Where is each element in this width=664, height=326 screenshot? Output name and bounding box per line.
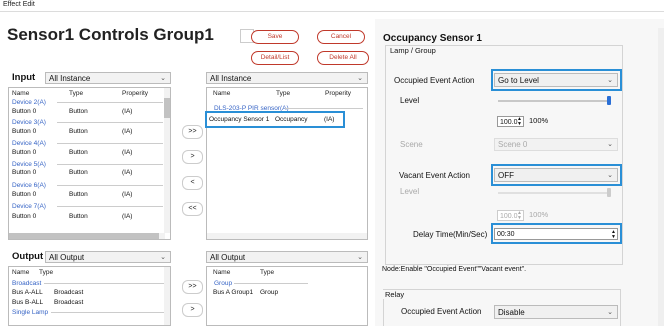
group-header: Single Lamp [12,309,49,316]
detail-list-button[interactable]: Detail/List [251,51,299,65]
group-header: Device 3(A) [12,119,46,126]
group-header: Broadcast [12,280,42,287]
level-label: Level [400,96,420,105]
column-header-name: Name [12,269,30,276]
column-header-type: Type [69,90,84,97]
group-header: Device 6(A) [12,182,46,189]
group-divider [234,283,308,284]
group-divider [44,283,164,284]
occupied-event-label: Occupied Event Action [394,76,475,85]
panel-title: Occupancy Sensor 1 [383,33,482,44]
chevron-down-icon: ⌄ [357,75,363,82]
vacant-level-value: 100.0 [500,213,518,220]
column-header-type: Type [260,269,275,276]
level-value: 100.0 [500,119,518,126]
scene-select[interactable]: Scene 0 ⌄ [494,138,618,151]
group-divider [57,143,163,144]
output-filter-select[interactable]: All Output ⌄ [45,251,171,263]
column-header-property: Properity [122,90,149,97]
spin-arrows-icon[interactable]: ▲ ▼ [517,211,522,221]
input-label: Input [12,72,36,83]
horizontal-scrollbar[interactable] [207,233,367,239]
output-filter-value: All Output [49,253,85,262]
column-header-name: Name [12,90,30,97]
delay-time-label: Delay Time(Min/Sec) [413,230,488,239]
relay-occupied-label: Occupied Event Action [401,307,482,316]
selected-output-filter-select[interactable]: All Output ⌄ [206,251,368,263]
page-title: Sensor1 Controls Group1 [7,25,214,44]
relay-label: Relay [383,290,407,299]
group-divider [57,206,163,207]
vacant-level-slider-track[interactable] [498,192,611,194]
selected-input-filter-value: All Instance [210,74,252,83]
selected-output-filter-value: All Output [210,253,246,262]
selected-input-list[interactable]: Name Type Properity DLS-203-P PIR sensor… [206,87,368,240]
window-title: Effect Edit [3,1,35,8]
level-slider-track[interactable] [498,100,611,102]
group-divider [57,102,163,103]
relay-occupied-select[interactable]: Disable ⌄ [494,305,618,319]
relay-occupied-value: Disable [498,308,525,317]
focus-highlight [491,223,622,244]
scrollbar-thumb[interactable] [9,233,159,239]
group-divider [51,312,164,313]
group-header: Device 7(A) [12,203,46,210]
lamp-group-label: Lamp / Group [388,46,438,55]
remove-all-button[interactable]: << [182,202,203,216]
chevron-down-icon: ⌄ [160,75,166,82]
vacant-event-label: Vacant Event Action [399,171,471,180]
input-list[interactable]: Name Type Properity Device 2(A) Button 0… [8,87,171,240]
vertical-scrollbar[interactable] [164,88,170,233]
scrollbar-thumb[interactable] [164,98,170,118]
vacant-level-spinbox[interactable]: 100.0 ▲ ▼ [497,210,524,221]
column-header-type: Type [276,90,291,97]
title-divider [0,11,664,12]
group-header: Device 4(A) [12,140,46,147]
column-header-property: Properity [325,90,352,97]
horizontal-scrollbar[interactable] [9,233,165,239]
chevron-down-icon: ⌄ [607,141,613,148]
column-header-name: Name [213,269,231,276]
group-header: Group [214,280,233,287]
level-percent: 100% [529,116,549,125]
add-output-button[interactable]: > [182,303,203,317]
note-text: Node:Enable "Occupied Event""Vacant even… [382,266,527,273]
group-divider [285,108,363,109]
add-all-output-button[interactable]: >> [182,280,203,294]
remove-button[interactable]: < [182,176,203,190]
vertical-scrollbar[interactable] [164,267,170,325]
group-header: Device 2(A) [12,99,46,106]
focus-highlight [491,69,622,91]
add-button[interactable]: > [182,150,203,164]
chevron-down-icon: ⌄ [357,254,363,261]
selected-input-filter-select[interactable]: All Instance ⌄ [206,72,368,84]
group-divider [57,185,163,186]
vacant-level-percent: 100% [529,210,549,219]
scene-value: Scene 0 [498,140,528,149]
level-slider-thumb[interactable] [607,96,611,105]
column-header-type: Type [39,269,54,276]
group-divider [57,164,163,165]
output-label: Output [12,251,44,262]
panel-scrollbar[interactable] [658,28,664,326]
input-filter-select[interactable]: All Instance ⌄ [45,72,171,84]
vacant-level-slider-thumb[interactable] [607,188,611,197]
group-divider [57,122,163,123]
column-header-name: Name [213,90,231,97]
output-list[interactable]: Name Type Broadcast Bus A-ALL Broadcast B… [8,266,171,326]
chevron-down-icon: ⌄ [160,254,166,261]
scene-label: Scene [400,140,423,149]
selection-highlight [205,111,345,128]
delete-all-button[interactable]: Delete All [317,51,369,65]
level-spinbox[interactable]: 100.0 ▲ ▼ [497,116,524,127]
vacant-level-label: Level [400,187,420,196]
cancel-button[interactable]: Cancel [317,30,365,44]
input-filter-value: All Instance [49,74,91,83]
save-button[interactable]: Save [251,30,299,44]
spin-arrows-icon[interactable]: ▲ ▼ [517,117,522,127]
selected-output-list[interactable]: Name Type Group Bus A Group1 Group [206,266,368,326]
focus-highlight [491,164,622,186]
add-all-button[interactable]: >> [182,125,203,139]
chevron-down-icon: ⌄ [607,309,613,316]
